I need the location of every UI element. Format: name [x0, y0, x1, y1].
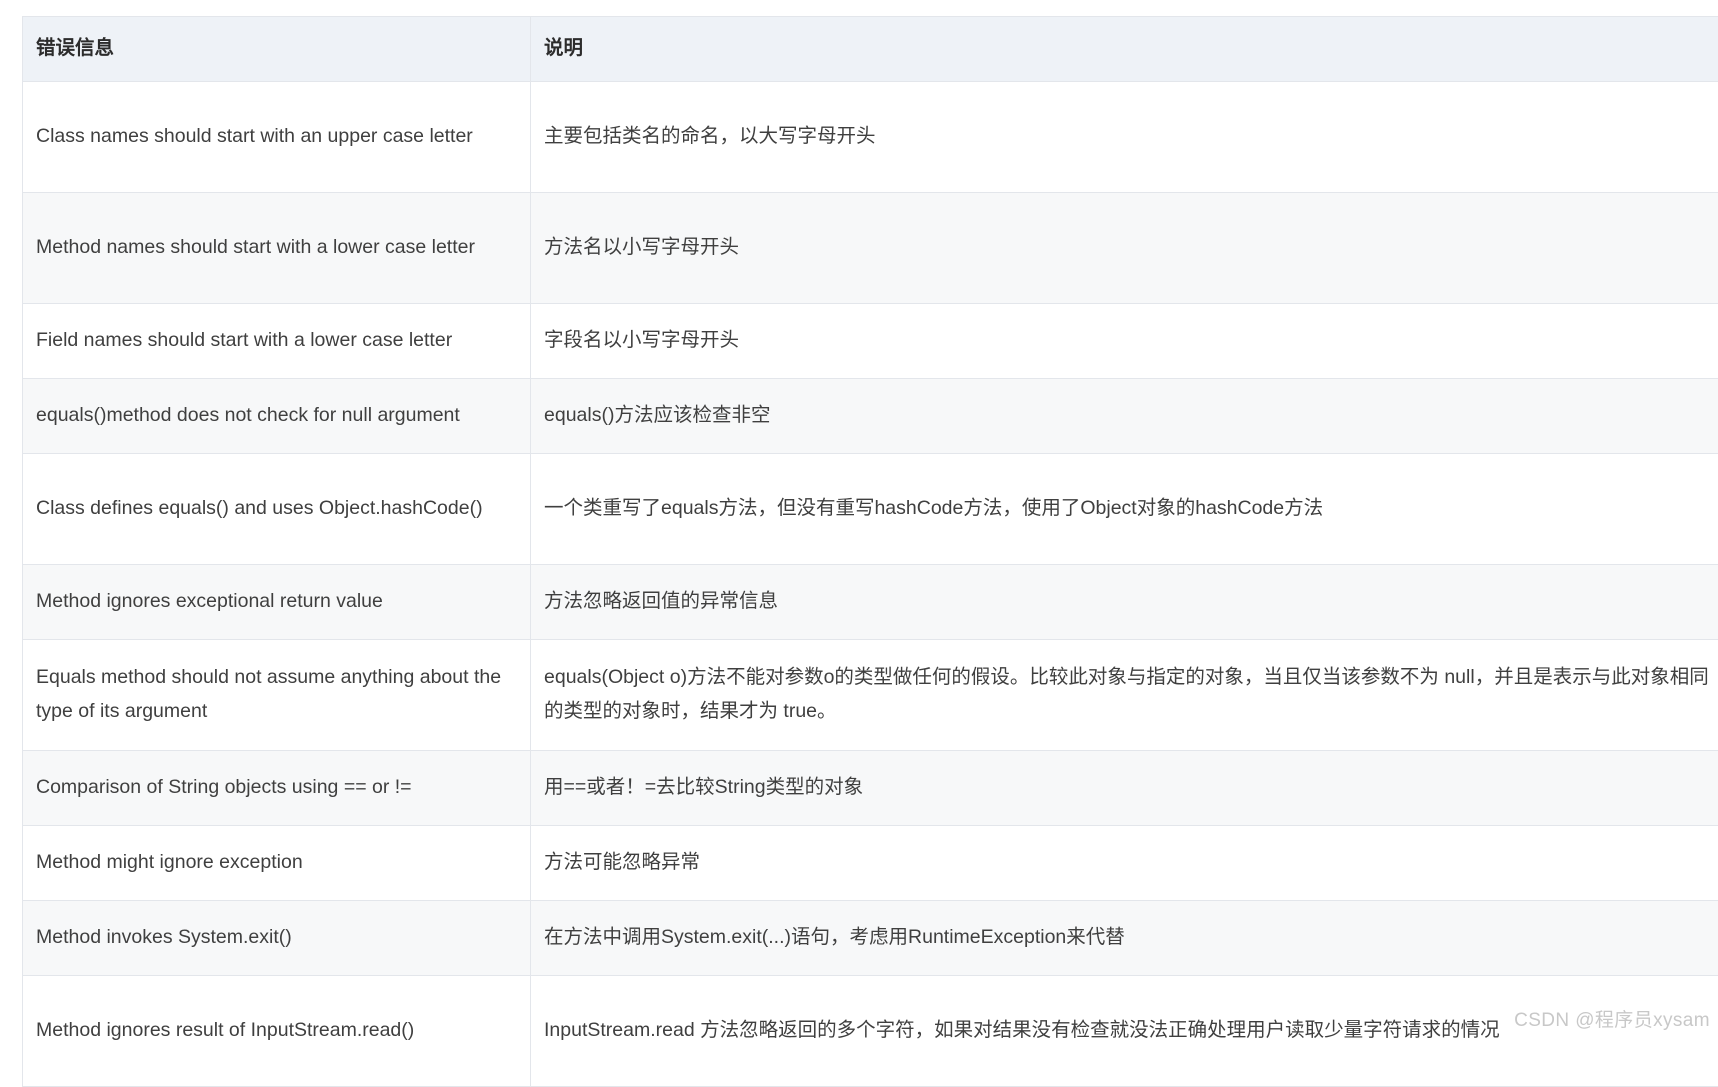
cell-error-message: Method invokes System.exit(): [23, 901, 531, 976]
cell-error-message: Class defines equals() and uses Object.h…: [23, 454, 531, 565]
table-row: Class defines equals() and uses Object.h…: [23, 454, 1718, 565]
cell-error-message: equals()method does not check for null a…: [23, 379, 531, 454]
table-row: Method ignores exceptional return value …: [23, 565, 1718, 640]
cell-error-message: Equals method should not assume anything…: [23, 640, 531, 751]
cell-description: equals(Object o)方法不能对参数o的类型做任何的假设。比较此对象与…: [531, 640, 1718, 751]
table-row: equals()method does not check for null a…: [23, 379, 1718, 454]
table-row: Method might ignore exception 方法可能忽略异常: [23, 826, 1718, 901]
cell-description: 方法忽略返回值的异常信息: [531, 565, 1718, 640]
cell-description: 用==或者！=去比较String类型的对象: [531, 751, 1718, 826]
table-header-row: 错误信息 说明: [23, 17, 1718, 82]
page-root: 错误信息 说明 Class names should start with an…: [0, 0, 1718, 1046]
cell-error-message: Field names should start with a lower ca…: [23, 304, 531, 379]
cell-description: 方法名以小写字母开头: [531, 193, 1718, 304]
column-header-error: 错误信息: [23, 17, 531, 82]
table-body: Class names should start with an upper c…: [23, 82, 1718, 1087]
bug-pattern-table: 错误信息 说明 Class names should start with an…: [22, 16, 1718, 1087]
cell-error-message: Method ignores exceptional return value: [23, 565, 531, 640]
table-row: Method names should start with a lower c…: [23, 193, 1718, 304]
cell-description: equals()方法应该检查非空: [531, 379, 1718, 454]
table-row: Class names should start with an upper c…: [23, 82, 1718, 193]
table-row: Comparison of String objects using == or…: [23, 751, 1718, 826]
cell-description: 主要包括类名的命名，以大写字母开头: [531, 82, 1718, 193]
cell-error-message: Comparison of String objects using == or…: [23, 751, 531, 826]
table-header: 错误信息 说明: [23, 17, 1718, 82]
cell-description: 一个类重写了equals方法，但没有重写hashCode方法，使用了Object…: [531, 454, 1718, 565]
table-row: Method invokes System.exit() 在方法中调用Syste…: [23, 901, 1718, 976]
cell-description: 在方法中调用System.exit(...)语句，考虑用RuntimeExcep…: [531, 901, 1718, 976]
cell-error-message: Class names should start with an upper c…: [23, 82, 531, 193]
bug-pattern-table-container: 错误信息 说明 Class names should start with an…: [22, 16, 1718, 1087]
table-row: Field names should start with a lower ca…: [23, 304, 1718, 379]
cell-error-message: Method ignores result of InputStream.rea…: [23, 976, 531, 1087]
cell-error-message: Method names should start with a lower c…: [23, 193, 531, 304]
csdn-watermark: CSDN @程序员xysam: [1514, 1005, 1710, 1032]
cell-description: 方法可能忽略异常: [531, 826, 1718, 901]
cell-error-message: Method might ignore exception: [23, 826, 531, 901]
cell-description: 字段名以小写字母开头: [531, 304, 1718, 379]
table-row: Equals method should not assume anything…: [23, 640, 1718, 751]
column-header-description: 说明: [531, 17, 1718, 82]
table-row: Method ignores result of InputStream.rea…: [23, 976, 1718, 1087]
